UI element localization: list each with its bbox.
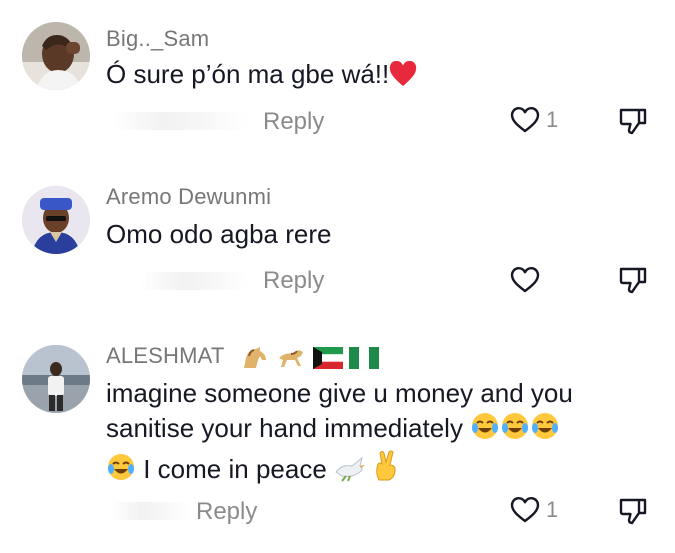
avatar[interactable]	[22, 186, 90, 254]
dislike-button[interactable]	[618, 265, 648, 300]
comment-text-content: I come in peace	[143, 454, 327, 484]
horse-emoji-icon	[278, 350, 303, 368]
tears-of-joy-emoji	[500, 411, 530, 450]
comment-text-line: I come in peace	[106, 450, 573, 491]
like-button[interactable]	[510, 266, 546, 294]
comment-username[interactable]: ALESHMAT	[106, 343, 380, 370]
heart-outline-icon	[510, 267, 540, 293]
blurred-timestamp	[110, 112, 250, 130]
comment-text-content: Omo odo agba rere	[106, 219, 332, 249]
comment-username[interactable]: Big.._Sam	[106, 26, 209, 52]
comment-text: Omo odo agba rere	[106, 217, 331, 252]
red-heart-emoji	[389, 60, 417, 96]
avatar[interactable]	[22, 22, 90, 90]
dislike-button[interactable]	[618, 106, 648, 141]
comment-text-line: imagine someone give u money and you	[106, 378, 573, 408]
comment-text: Ó sure p’ón ma gbe wá!!	[106, 57, 417, 96]
victory-hand-emoji	[373, 450, 399, 491]
thumbs-down-icon	[619, 498, 647, 525]
username-badges	[240, 344, 380, 370]
reply-button[interactable]: Reply	[196, 498, 257, 526]
like-button[interactable]: 1	[510, 496, 558, 524]
like-count: 1	[546, 107, 559, 132]
heart-outline-icon	[510, 107, 540, 133]
comment-text: imagine someone give u money and you san…	[106, 376, 573, 491]
avatar[interactable]	[22, 345, 90, 413]
comment-text-content: Ó sure p’ón ma gbe wá!!	[106, 59, 390, 89]
comment-text-line: sanitise your hand immediately	[106, 411, 573, 450]
kuwait-flag-icon	[313, 347, 344, 370]
comment-username[interactable]: Aremo Dewunmi	[106, 184, 271, 210]
tears-of-joy-emoji	[470, 411, 500, 450]
blurred-timestamp	[110, 502, 190, 520]
dove-emoji	[334, 454, 366, 491]
thumbs-down-icon	[619, 267, 647, 294]
reply-button[interactable]: Reply	[263, 108, 324, 136]
comment-text-content: sanitise your hand immediately	[106, 413, 463, 443]
heart-outline-icon	[510, 497, 540, 523]
username-text: ALESHMAT	[106, 343, 225, 368]
tears-of-joy-emoji	[530, 411, 560, 450]
thumbs-down-icon	[619, 108, 647, 135]
blurred-timestamp	[140, 272, 250, 290]
nigeria-flag-icon	[349, 347, 380, 370]
horse-emoji-icon	[244, 347, 267, 369]
dislike-button[interactable]	[618, 496, 648, 531]
reply-button[interactable]: Reply	[263, 267, 324, 295]
tears-of-joy-emoji	[106, 452, 136, 491]
like-button[interactable]: 1	[510, 106, 558, 134]
like-count: 1	[546, 497, 559, 522]
